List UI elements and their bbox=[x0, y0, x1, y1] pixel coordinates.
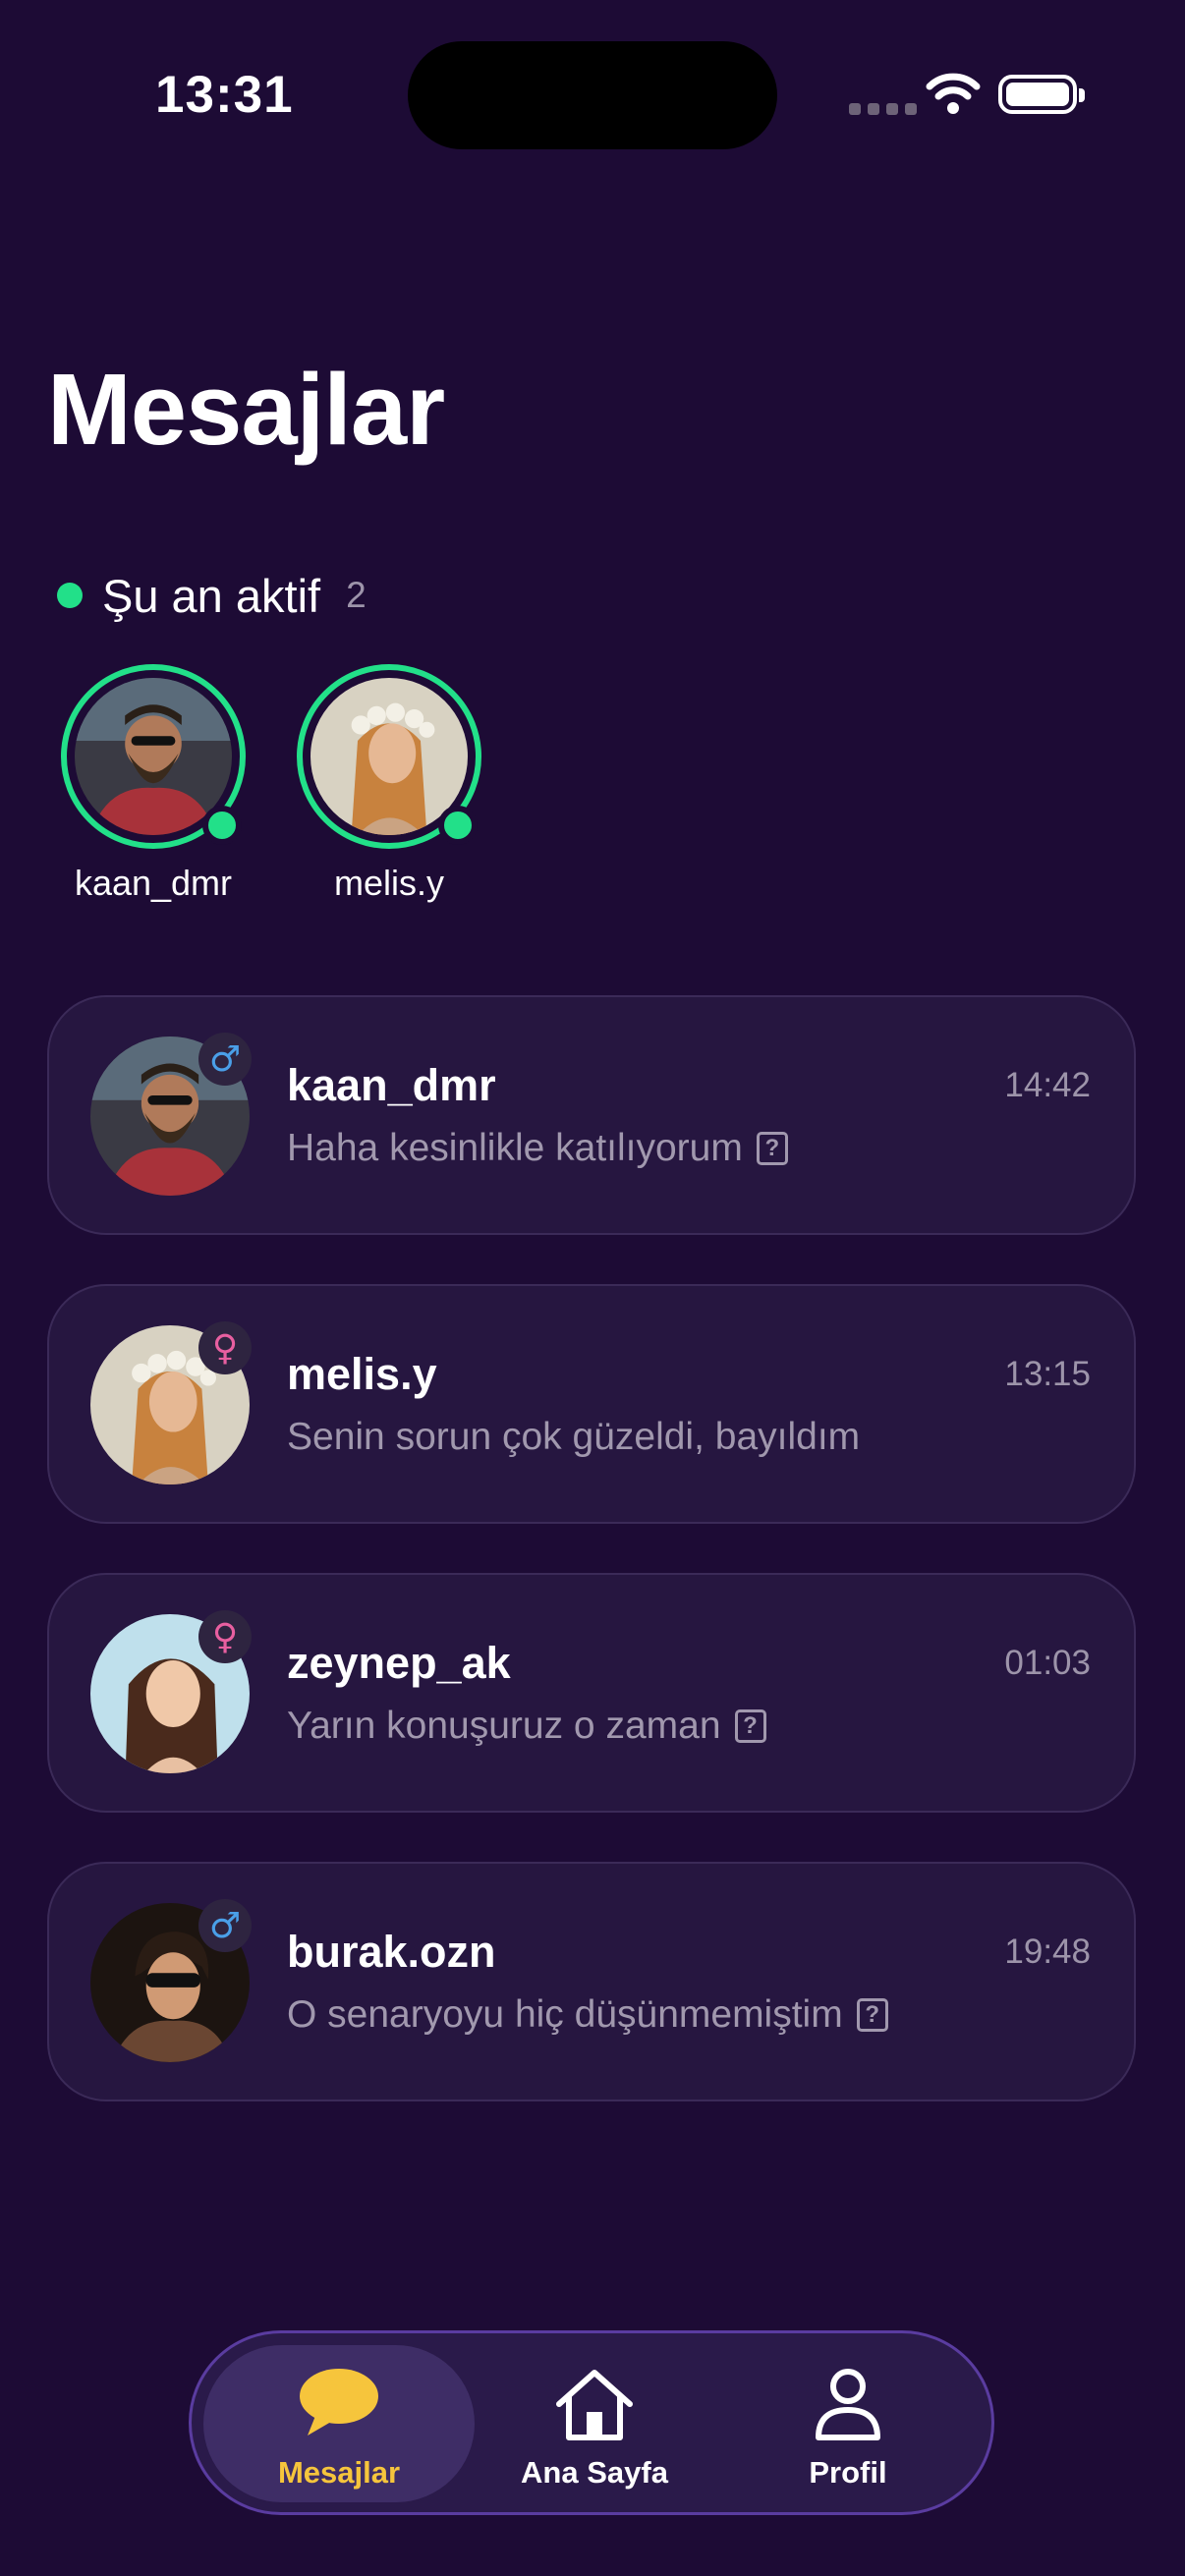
cellular-signal-icon bbox=[849, 103, 917, 115]
chat-time: 19:48 bbox=[1004, 1932, 1091, 1971]
chat-name: kaan_dmr bbox=[287, 1060, 496, 1110]
chat-time: 14:42 bbox=[1004, 1066, 1091, 1104]
female-icon: ♀ bbox=[198, 1321, 252, 1374]
dynamic-island bbox=[408, 41, 777, 149]
chat-name: melis.y bbox=[287, 1349, 437, 1399]
unknown-emoji-icon: ? bbox=[756, 1132, 788, 1165]
active-now-header: Şu an aktif 2 bbox=[57, 564, 367, 627]
chat-last-message: Senin sorun çok güzeldi, bayıldım bbox=[287, 1416, 860, 1459]
page-title: Mesajlar bbox=[47, 353, 445, 466]
chat-message-text: Senin sorun çok güzeldi, bayıldım bbox=[287, 1416, 861, 1458]
chat-name: burak.ozn bbox=[287, 1927, 496, 1977]
chat-time: 13:15 bbox=[1004, 1355, 1091, 1393]
chat-message-text: O senaryoyu hiç düşünmemiştim bbox=[287, 1993, 843, 2036]
unknown-emoji-icon: ? bbox=[856, 1998, 888, 2032]
chat-last-message: O senaryoyu hiç düşünmemiştim ? bbox=[287, 1993, 888, 2037]
chat-last-message: Haha kesinlikle katılıyorum ? bbox=[287, 1127, 788, 1170]
tab-label: Mesajlar bbox=[277, 2455, 401, 2490]
active-now-label: Şu an aktif bbox=[102, 569, 321, 622]
wifi-icon bbox=[926, 73, 981, 114]
tab-home[interactable]: Ana Sayfa bbox=[459, 2345, 730, 2502]
chat-item-kaan[interactable]: ♂ kaan_dmr 14:42 Haha kesinlikle katılıy… bbox=[47, 995, 1136, 1235]
home-icon bbox=[556, 2370, 633, 2440]
tab-messages[interactable]: Mesajlar bbox=[203, 2345, 475, 2502]
active-now-count: 2 bbox=[346, 575, 367, 615]
male-icon: ♂ bbox=[198, 1899, 252, 1952]
active-user-name: kaan_dmr bbox=[74, 863, 233, 903]
online-indicator bbox=[202, 806, 242, 845]
active-user-name: melis.y bbox=[333, 863, 444, 903]
tab-label: Ana Sayfa bbox=[521, 2455, 668, 2490]
female-icon: ♀ bbox=[198, 1610, 252, 1663]
tab-profile[interactable]: Profil bbox=[712, 2345, 984, 2502]
chat-item-zeynep[interactable]: ♀ zeynep_ak 01:03 Yarın konuşuruz o zama… bbox=[47, 1573, 1136, 1813]
male-icon: ♂ bbox=[198, 1033, 252, 1086]
online-indicator bbox=[438, 806, 478, 845]
chat-name: zeynep_ak bbox=[287, 1638, 511, 1688]
chat-last-message: Yarın konuşuruz o zaman ? bbox=[287, 1705, 766, 1748]
status-time: 13:31 bbox=[155, 66, 294, 124]
tab-label: Profil bbox=[809, 2455, 887, 2490]
battery-icon bbox=[998, 75, 1085, 114]
chat-time: 01:03 bbox=[1004, 1644, 1091, 1682]
chat-item-melis[interactable]: ♀ melis.y 13:15 Senin sorun çok güzeldi,… bbox=[47, 1284, 1136, 1524]
chat-item-burak[interactable]: ♂ burak.ozn 19:48 O senaryoyu hiç düşünm… bbox=[47, 1862, 1136, 2101]
online-dot-icon bbox=[57, 583, 83, 608]
unknown-emoji-icon: ? bbox=[734, 1709, 766, 1743]
chat-message-text: Yarın konuşuruz o zaman bbox=[287, 1705, 721, 1747]
bottom-tab-bar: Mesajlar Ana Sayfa Profil bbox=[189, 2330, 994, 2515]
active-user-melis[interactable]: melis.y bbox=[291, 664, 487, 904]
profile-icon bbox=[816, 2369, 880, 2440]
chat-message-text: Haha kesinlikle katılıyorum bbox=[287, 1127, 743, 1169]
active-user-kaan[interactable]: kaan_dmr bbox=[55, 664, 252, 904]
chat-bubble-icon bbox=[300, 2369, 378, 2436]
